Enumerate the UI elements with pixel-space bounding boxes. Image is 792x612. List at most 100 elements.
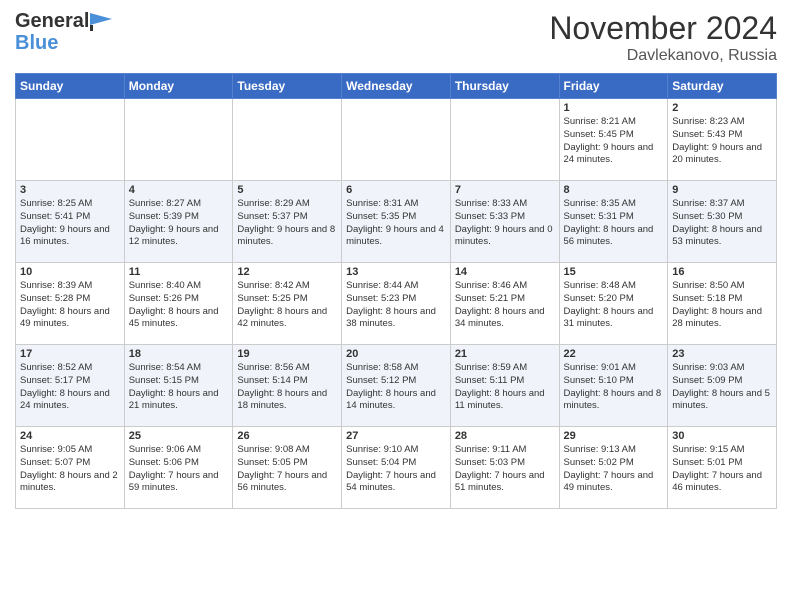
table-row: 4 Sunrise: 8:27 AM Sunset: 5:39 PM Daylig… xyxy=(124,181,233,263)
day-number: 10 xyxy=(20,266,120,278)
col-sunday: Sunday xyxy=(16,74,125,99)
day-info: Sunrise: 8:42 AM Sunset: 5:25 PM Dayligh… xyxy=(237,280,337,331)
day-number: 23 xyxy=(672,348,772,360)
table-row: 13Sunrise: 8:44 AM Sunset: 5:23 PM Dayli… xyxy=(342,263,451,345)
day-number: 27 xyxy=(346,430,446,442)
day-number: 1 xyxy=(564,102,664,114)
table-row: 30 Sunrise: 9:15 AM Sunset: 5:01 PM Dayli… xyxy=(668,427,777,509)
table-row: 1Sunrise: 8:21 AM Sunset: 5:45 PM Daylig… xyxy=(559,99,668,181)
day-info: Sunrise: 8:37 AM Sunset: 5:30 PM Dayligh… xyxy=(672,198,772,249)
day-number: 24 xyxy=(20,430,120,442)
table-row xyxy=(16,99,125,181)
day-info: Sunrise: 8:35 AM Sunset: 5:31 PM Dayligh… xyxy=(564,198,664,249)
day-number: 28 xyxy=(455,430,555,442)
day-number: 26 xyxy=(237,430,337,442)
day-number: 19 xyxy=(237,348,337,360)
table-row: 27 Sunrise: 9:10 AM Sunset: 5:04 PM Dayli… xyxy=(342,427,451,509)
day-info: Sunrise: 8:25 AM Sunset: 5:41 PM Dayligh… xyxy=(20,198,120,249)
day-number: 14 xyxy=(455,266,555,278)
day-info: Sunrise: 8:48 AM Sunset: 5:20 PM Dayligh… xyxy=(564,280,664,331)
calendar-week-row: 17 Sunrise: 8:52 AM Sunset: 5:17 PM Dayli… xyxy=(16,345,777,427)
calendar-table: Sunday Monday Tuesday Wednesday Thursday… xyxy=(15,73,777,509)
table-row: 9Sunrise: 8:37 AM Sunset: 5:30 PM Daylig… xyxy=(668,181,777,263)
table-row: 18 Sunrise: 8:54 AM Sunset: 5:15 PM Dayli… xyxy=(124,345,233,427)
day-number: 17 xyxy=(20,348,120,360)
col-saturday: Saturday xyxy=(668,74,777,99)
table-row: 23 Sunrise: 9:03 AM Sunset: 5:09 PM Dayli… xyxy=(668,345,777,427)
main-container: General Blue November 2024 Davlekanovo, … xyxy=(0,0,792,514)
day-info: Sunrise: 9:08 AM Sunset: 5:05 PM Dayligh… xyxy=(237,444,337,495)
col-friday: Friday xyxy=(559,74,668,99)
day-info: Sunrise: 8:58 AM Sunset: 5:12 PM Dayligh… xyxy=(346,362,446,413)
day-info: Sunrise: 9:10 AM Sunset: 5:04 PM Dayligh… xyxy=(346,444,446,495)
day-number: 2 xyxy=(672,102,772,114)
table-row xyxy=(342,99,451,181)
day-number: 8 xyxy=(564,184,664,196)
day-number: 22 xyxy=(564,348,664,360)
day-number: 7 xyxy=(455,184,555,196)
table-row: 8 Sunrise: 8:35 AM Sunset: 5:31 PM Daylig… xyxy=(559,181,668,263)
table-row: 20 Sunrise: 8:58 AM Sunset: 5:12 PM Dayli… xyxy=(342,345,451,427)
header: General Blue November 2024 Davlekanovo, … xyxy=(15,10,777,65)
table-row: 3 Sunrise: 8:25 AM Sunset: 5:41 PM Daylig… xyxy=(16,181,125,263)
table-row: 2 Sunrise: 8:23 AM Sunset: 5:43 PM Daylig… xyxy=(668,99,777,181)
day-number: 20 xyxy=(346,348,446,360)
day-info: Sunrise: 9:01 AM Sunset: 5:10 PM Dayligh… xyxy=(564,362,664,413)
day-info: Sunrise: 8:54 AM Sunset: 5:15 PM Dayligh… xyxy=(129,362,229,413)
table-row: 11 Sunrise: 8:40 AM Sunset: 5:26 PM Dayli… xyxy=(124,263,233,345)
day-number: 29 xyxy=(564,430,664,442)
day-info: Sunrise: 9:05 AM Sunset: 5:07 PM Dayligh… xyxy=(20,444,120,495)
day-number: 11 xyxy=(129,266,229,278)
day-number: 18 xyxy=(129,348,229,360)
col-wednesday: Wednesday xyxy=(342,74,451,99)
day-info: Sunrise: 8:29 AM Sunset: 5:37 PM Dayligh… xyxy=(237,198,337,249)
logo-flag-icon xyxy=(90,13,112,31)
day-info: Sunrise: 8:31 AM Sunset: 5:35 PM Dayligh… xyxy=(346,198,446,249)
table-row: 6Sunrise: 8:31 AM Sunset: 5:35 PM Daylig… xyxy=(342,181,451,263)
table-row: 25Sunrise: 9:06 AM Sunset: 5:06 PM Dayli… xyxy=(124,427,233,509)
table-row xyxy=(124,99,233,181)
day-info: Sunrise: 8:23 AM Sunset: 5:43 PM Dayligh… xyxy=(672,116,772,167)
logo: General Blue xyxy=(15,10,112,54)
table-row: 21 Sunrise: 8:59 AM Sunset: 5:11 PM Dayli… xyxy=(450,345,559,427)
month-title: November 2024 xyxy=(549,10,777,47)
col-tuesday: Tuesday xyxy=(233,74,342,99)
col-thursday: Thursday xyxy=(450,74,559,99)
day-number: 3 xyxy=(20,184,120,196)
calendar-week-row: 1Sunrise: 8:21 AM Sunset: 5:45 PM Daylig… xyxy=(16,99,777,181)
logo-text-blue: Blue xyxy=(15,32,112,54)
table-row: 16 Sunrise: 8:50 AM Sunset: 5:18 PM Dayli… xyxy=(668,263,777,345)
table-row: 29 Sunrise: 9:13 AM Sunset: 5:02 PM Dayli… xyxy=(559,427,668,509)
table-row: 7 Sunrise: 8:33 AM Sunset: 5:33 PM Daylig… xyxy=(450,181,559,263)
day-info: Sunrise: 8:27 AM Sunset: 5:39 PM Dayligh… xyxy=(129,198,229,249)
title-block: November 2024 Davlekanovo, Russia xyxy=(549,10,777,65)
logo-text-general: General xyxy=(15,10,89,32)
calendar-week-row: 24 Sunrise: 9:05 AM Sunset: 5:07 PM Dayli… xyxy=(16,427,777,509)
location: Davlekanovo, Russia xyxy=(549,47,777,65)
table-row: 5 Sunrise: 8:29 AM Sunset: 5:37 PM Daylig… xyxy=(233,181,342,263)
table-row: 26 Sunrise: 9:08 AM Sunset: 5:05 PM Dayli… xyxy=(233,427,342,509)
day-info: Sunrise: 8:33 AM Sunset: 5:33 PM Dayligh… xyxy=(455,198,555,249)
col-monday: Monday xyxy=(124,74,233,99)
table-row: 14 Sunrise: 8:46 AM Sunset: 5:21 PM Dayli… xyxy=(450,263,559,345)
day-info: Sunrise: 8:44 AM Sunset: 5:23 PM Dayligh… xyxy=(346,280,446,331)
day-info: Sunrise: 9:13 AM Sunset: 5:02 PM Dayligh… xyxy=(564,444,664,495)
day-number: 21 xyxy=(455,348,555,360)
day-info: Sunrise: 9:03 AM Sunset: 5:09 PM Dayligh… xyxy=(672,362,772,413)
day-number: 4 xyxy=(129,184,229,196)
calendar-header-row: Sunday Monday Tuesday Wednesday Thursday… xyxy=(16,74,777,99)
day-info: Sunrise: 9:15 AM Sunset: 5:01 PM Dayligh… xyxy=(672,444,772,495)
table-row: 10 Sunrise: 8:39 AM Sunset: 5:28 PM Dayli… xyxy=(16,263,125,345)
table-row: 15Sunrise: 8:48 AM Sunset: 5:20 PM Dayli… xyxy=(559,263,668,345)
day-info: Sunrise: 8:39 AM Sunset: 5:28 PM Dayligh… xyxy=(20,280,120,331)
day-number: 16 xyxy=(672,266,772,278)
day-info: Sunrise: 8:50 AM Sunset: 5:18 PM Dayligh… xyxy=(672,280,772,331)
day-info: Sunrise: 8:52 AM Sunset: 5:17 PM Dayligh… xyxy=(20,362,120,413)
day-number: 5 xyxy=(237,184,337,196)
day-number: 30 xyxy=(672,430,772,442)
day-info: Sunrise: 8:59 AM Sunset: 5:11 PM Dayligh… xyxy=(455,362,555,413)
day-info: Sunrise: 8:40 AM Sunset: 5:26 PM Dayligh… xyxy=(129,280,229,331)
day-info: Sunrise: 8:46 AM Sunset: 5:21 PM Dayligh… xyxy=(455,280,555,331)
table-row xyxy=(233,99,342,181)
calendar-week-row: 10 Sunrise: 8:39 AM Sunset: 5:28 PM Dayli… xyxy=(16,263,777,345)
